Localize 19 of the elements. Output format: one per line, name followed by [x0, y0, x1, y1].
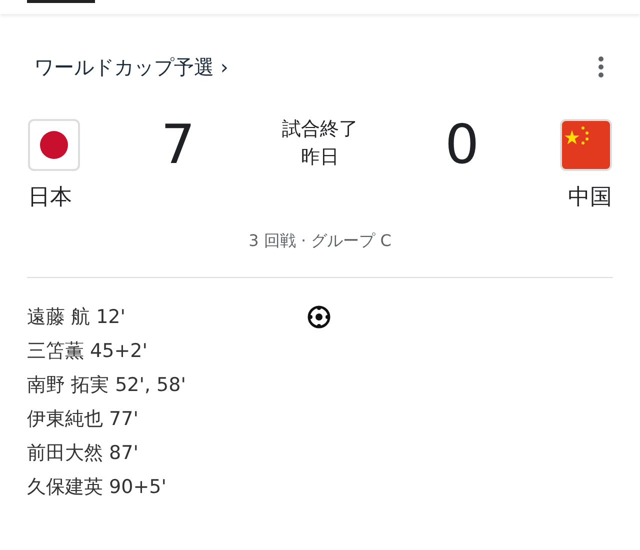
goal-scorer: 南野 拓実 52', 58' — [27, 373, 187, 398]
soccer-ball-icon — [307, 305, 331, 329]
team-name: 中国 — [568, 185, 612, 211]
home-score: 7 — [160, 115, 196, 175]
away-score: 0 — [444, 115, 480, 175]
goal-scorer: 伊東純也 77' — [27, 407, 140, 432]
flag-icon — [28, 119, 80, 171]
tab-indicator — [27, 0, 95, 3]
match-date: 昨日 — [301, 145, 339, 170]
goal-scorer: 遠藤 航 12' — [27, 305, 126, 330]
goal-scorer: 久保建英 90+5' — [27, 475, 168, 500]
goal-scorer: 前田大然 87' — [27, 441, 140, 466]
team-name: 日本 — [28, 185, 73, 211]
match-status: 試合終了 — [282, 117, 358, 142]
round-label: 3 回戦 · グループ C — [248, 231, 392, 250]
competition-link[interactable]: ワールドカップ予選 › — [34, 54, 228, 80]
flag-icon — [560, 119, 612, 171]
more-menu-icon[interactable] — [598, 56, 604, 78]
goal-scorer: 三笘薫 45+2' — [27, 339, 148, 364]
